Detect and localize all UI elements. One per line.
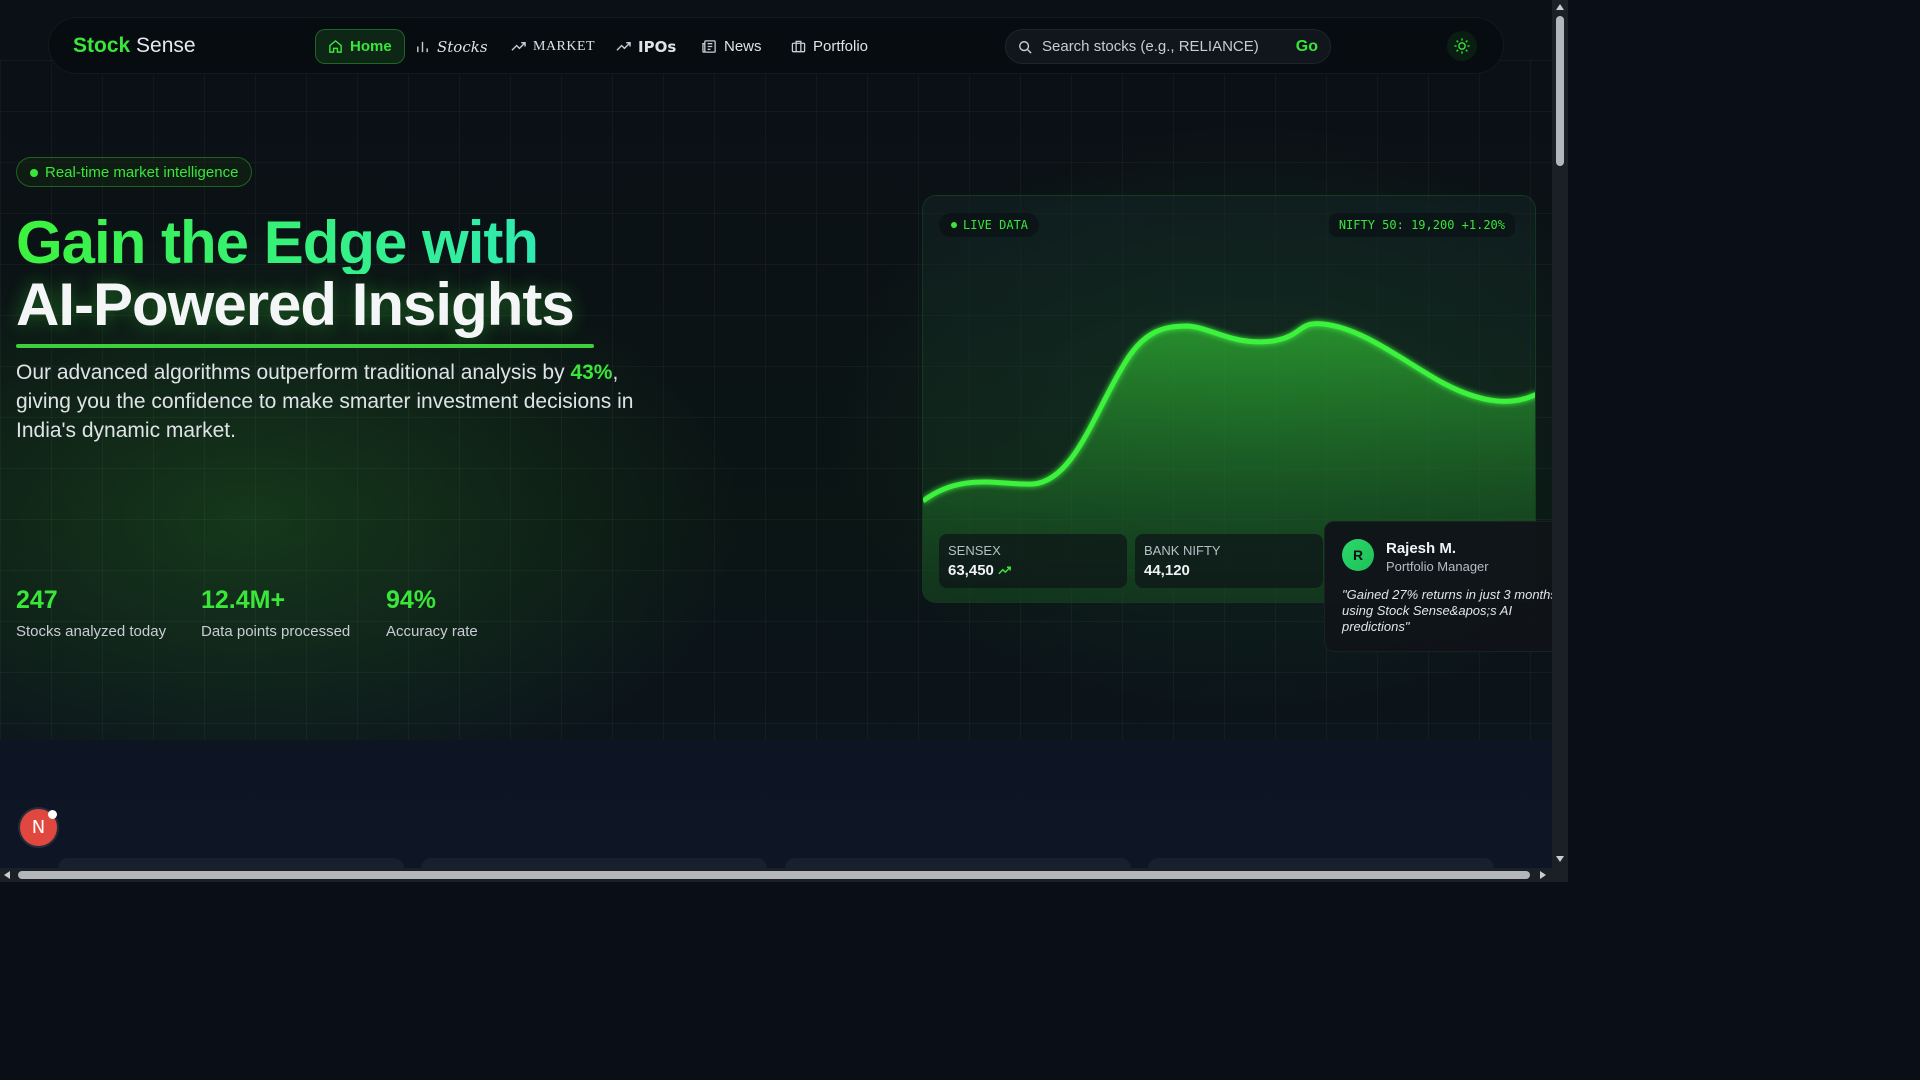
briefcase-icon	[791, 40, 806, 53]
scrollbar-corner	[1552, 868, 1568, 882]
stat-data-points: 12.4M+ Data points processed	[201, 586, 350, 640]
lower-section	[0, 740, 1552, 868]
scroll-left-arrow-icon[interactable]	[4, 871, 10, 879]
feature-card-top	[785, 858, 1131, 868]
stat-label: Data points processed	[201, 623, 351, 640]
vertical-scrollbar[interactable]	[1552, 0, 1568, 868]
hero-title: Gain the Edge with AI-Powered Insights	[16, 212, 716, 336]
nav-news-label: News	[724, 38, 762, 55]
badge-letter: N	[31, 817, 46, 838]
hero-title-line1: Gain the Edge with	[16, 212, 716, 274]
hero-description-highlight: 43%	[570, 361, 613, 384]
brand-part2: Sense	[136, 34, 196, 57]
scroll-up-arrow-icon[interactable]	[1556, 4, 1564, 10]
testimonial-quote: "Gained 27% returns in just 3 months usi…	[1342, 587, 1557, 634]
navbar: Stock Sense Home Stocks MARKET IPOs News…	[48, 17, 1504, 74]
bank-nifty-label: BANK NIFTY	[1144, 543, 1221, 558]
theme-toggle-button[interactable]	[1447, 31, 1477, 61]
testimonial-card: R Rajesh M. Portfolio Manager "Gained 27…	[1324, 521, 1564, 652]
brand-part1: Stock	[73, 34, 131, 57]
nav-market[interactable]: MARKET	[499, 29, 607, 64]
hero-tag-pill: Real-time market intelligence	[16, 157, 253, 187]
sun-icon	[1454, 38, 1470, 54]
feature-card-top	[421, 858, 767, 868]
nav-market-label: MARKET	[533, 38, 596, 54]
nav-portfolio[interactable]: Portfolio	[779, 29, 880, 64]
stat-accuracy: 94% Accuracy rate	[386, 586, 478, 640]
notification-dot	[48, 810, 57, 819]
dev-tools-badge[interactable]: N	[20, 809, 57, 846]
nav-stocks-label: Stocks	[437, 37, 488, 56]
nav-stocks[interactable]: Stocks	[403, 29, 500, 64]
trending-up-icon	[511, 42, 526, 51]
nav-portfolio-label: Portfolio	[813, 38, 869, 55]
scroll-down-arrow-icon[interactable]	[1556, 856, 1564, 862]
scroll-right-arrow-icon[interactable]	[1540, 871, 1546, 879]
stat-label: Accuracy rate	[386, 623, 478, 640]
testimonial-name: Rajesh M.	[1386, 540, 1457, 557]
feature-card-top	[58, 858, 404, 868]
feature-card-top	[1148, 858, 1494, 868]
stat-label: Stocks analyzed today	[16, 623, 167, 640]
search-input[interactable]	[1042, 30, 1282, 63]
nav-home[interactable]: Home	[315, 29, 405, 64]
brand-logo[interactable]: Stock Sense	[73, 34, 196, 58]
hero-tag-label: Real-time market intelligence	[45, 163, 239, 181]
bar-chart-icon	[417, 41, 428, 53]
sensex-label: SENSEX	[948, 543, 1001, 558]
nav-news[interactable]: News	[690, 29, 774, 64]
hero-title-line2: AI-Powered Insights	[16, 271, 575, 338]
horizontal-scrollbar[interactable]	[0, 868, 1552, 882]
trending-up-icon	[616, 42, 631, 51]
hero-title-underline	[16, 344, 594, 348]
status-dot	[30, 169, 38, 177]
horizontal-scroll-thumb[interactable]	[18, 871, 1530, 879]
live-data-label: LIVE DATA	[963, 218, 1029, 232]
hero-description-part1: Our advanced algorithms outperform tradi…	[16, 361, 571, 384]
search-go-button[interactable]: Go	[1296, 38, 1318, 56]
search-bar: Go	[1005, 29, 1331, 64]
search-icon	[1019, 41, 1032, 54]
newspaper-icon	[702, 40, 716, 53]
vertical-scroll-thumb[interactable]	[1556, 16, 1564, 166]
stat-value: 12.4M+	[201, 586, 286, 614]
stat-value: 247	[16, 586, 58, 614]
testimonial-role: Portfolio Manager	[1386, 559, 1489, 574]
sensex-tile: SENSEX 63,450	[939, 534, 1127, 588]
sensex-value: 63,450	[948, 562, 994, 579]
home-icon	[329, 39, 342, 53]
avatar: R	[1342, 539, 1374, 571]
trending-up-icon	[998, 566, 1011, 575]
stat-value: 94%	[386, 586, 437, 614]
nifty-ticker-badge: NIFTY 50: 19,200 +1.20%	[1328, 213, 1515, 237]
stat-stocks-analyzed: 247 Stocks analyzed today	[16, 586, 166, 640]
hero-description: Our advanced algorithms outperform tradi…	[16, 358, 676, 445]
nav-ipos-label: IPOs	[638, 37, 677, 56]
bank-nifty-value: 44,120	[1144, 562, 1190, 579]
live-data-badge: LIVE DATA	[939, 213, 1040, 237]
nav-ipos[interactable]: IPOs	[604, 29, 688, 64]
nav-home-label: Home	[350, 38, 392, 55]
sensex-value-row: 63,450	[948, 562, 1118, 579]
bank-nifty-tile: BANK NIFTY 44,120	[1135, 534, 1323, 588]
live-dot	[951, 222, 957, 228]
